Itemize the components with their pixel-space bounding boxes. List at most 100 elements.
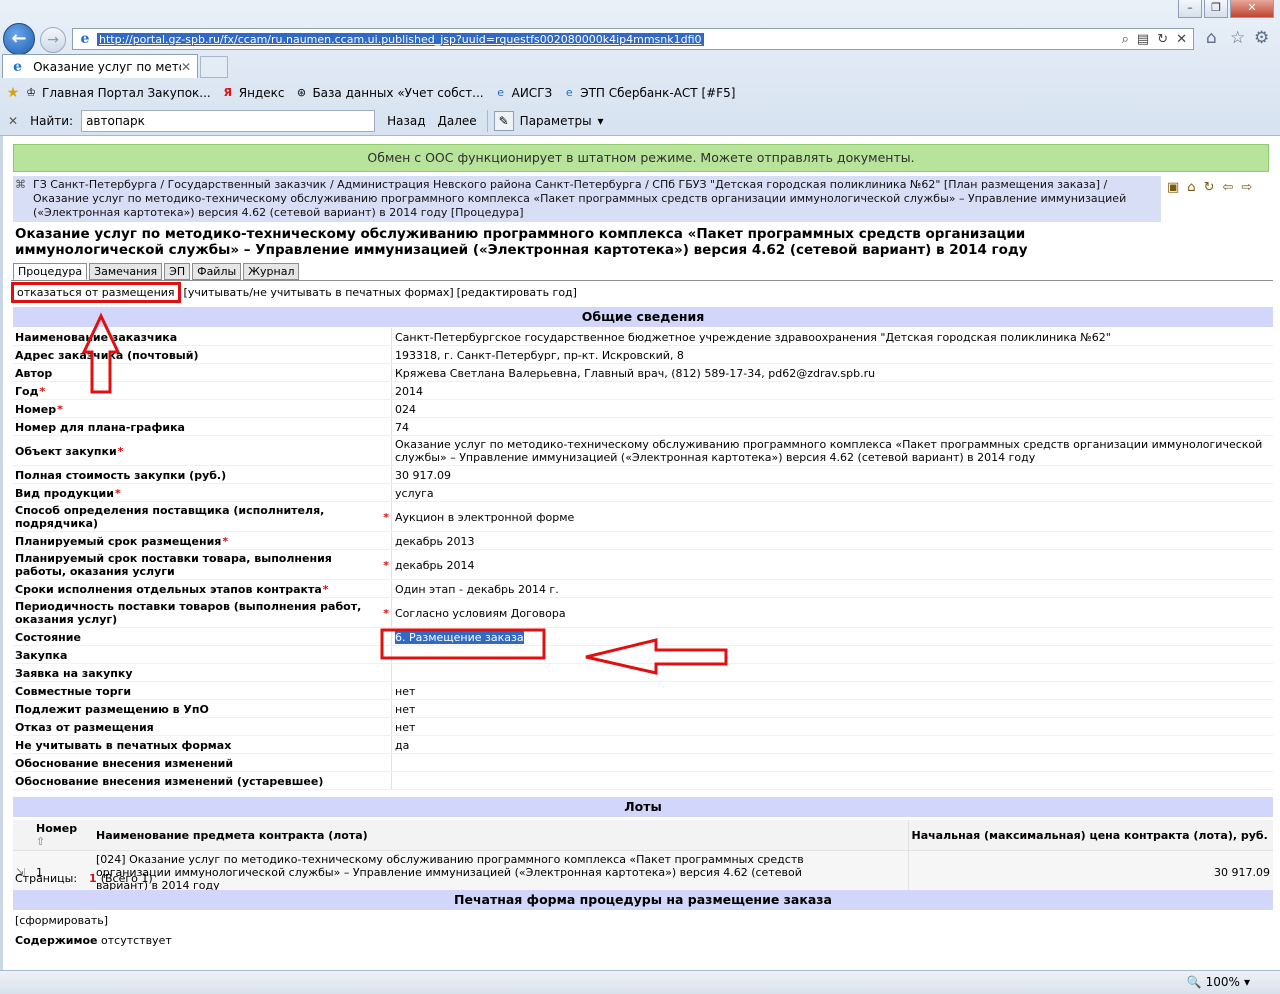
new-tab-button[interactable] bbox=[200, 56, 228, 78]
tab-files[interactable]: Файлы bbox=[192, 263, 242, 280]
browser-tab[interactable]: e Оказание услуг по методи... ✕ bbox=[2, 54, 198, 78]
tab-signature[interactable]: ЭП bbox=[164, 263, 191, 280]
field-label: Адрес заказчика (почтовый) bbox=[13, 346, 391, 363]
field-label: Заявка на закупку bbox=[13, 664, 391, 681]
field-value-text: 024 bbox=[395, 402, 416, 416]
field-value: 193318, г. Санкт-Петербург, пр-кт. Искро… bbox=[391, 346, 1273, 363]
tab-close-icon[interactable]: ✕ bbox=[181, 60, 191, 74]
refresh-page-icon[interactable]: ↻ bbox=[1204, 180, 1215, 195]
yandex-icon: Я bbox=[223, 85, 232, 99]
lot-name[interactable]: [024] Оказание услуг по методико-техниче… bbox=[93, 850, 908, 894]
field-label: Номер * bbox=[13, 400, 391, 417]
compat-view-icon[interactable]: ▤ bbox=[1137, 32, 1149, 47]
minimize-icon[interactable]: – bbox=[1178, 0, 1202, 18]
sort-up-icon: ⇧ bbox=[36, 835, 46, 848]
field-label: Автор bbox=[13, 364, 391, 381]
fav-item-yandex[interactable]: Я Яндекс bbox=[221, 85, 284, 100]
field-value bbox=[391, 646, 1273, 663]
fav-item-database[interactable]: ⊛ База данных «Учет собст... bbox=[294, 86, 484, 100]
find-close-icon[interactable]: ✕ bbox=[8, 114, 18, 128]
add-favorites-star-icon[interactable]: ★ bbox=[6, 86, 20, 100]
field-label: Подлежит размещению в УпО bbox=[13, 700, 391, 717]
field-label-text: Полная стоимость закупки (руб.) bbox=[15, 468, 227, 482]
chevron-down-icon: ▾ bbox=[597, 114, 604, 128]
tools-gear-icon[interactable]: ⚙ bbox=[1254, 28, 1269, 48]
pager-current[interactable]: 1 bbox=[89, 872, 97, 885]
field-label-text: Совместные торги bbox=[15, 684, 132, 698]
field-value: Санкт-Петербургское государственное бюдж… bbox=[391, 328, 1273, 345]
find-options-button[interactable]: ✎ Параметры ▾ bbox=[493, 111, 604, 131]
browser-chrome: – ❐ ✕ ← → e http://portal.gz-spb.ru/fx/c… bbox=[0, 0, 1280, 136]
zoom-control[interactable]: 🔍 100% ▾ bbox=[1187, 975, 1250, 989]
field-label-text: Год bbox=[15, 384, 39, 398]
field-row: Заявка на закупку bbox=[13, 664, 1273, 682]
fav-item-aisgz[interactable]: e АИСГЗ bbox=[494, 85, 552, 100]
field-value-text: декабрь 2013 bbox=[395, 534, 475, 548]
field-value-text: Кряжева Светлана Валерьевна, Главный вра… bbox=[395, 366, 876, 380]
generate-link[interactable]: [сформировать] bbox=[15, 914, 108, 927]
arrow-left-icon[interactable]: ⇦ bbox=[1222, 180, 1233, 195]
field-label-text: Отказ от размещения bbox=[15, 720, 154, 734]
field-value: Согласно условиям Договора bbox=[391, 598, 1273, 627]
arrow-right-icon[interactable]: ⇨ bbox=[1241, 180, 1252, 195]
field-value-text: 74 bbox=[395, 420, 409, 434]
find-input[interactable] bbox=[81, 110, 376, 132]
field-row: Адрес заказчика (почтовый) 193318, г. Сан… bbox=[13, 346, 1273, 364]
page-icon: e bbox=[497, 85, 505, 99]
find-prev-button[interactable]: Назад bbox=[387, 114, 425, 128]
refuse-placement-link[interactable]: отказаться от размещения bbox=[11, 282, 181, 303]
home-page-icon[interactable]: ⌂ bbox=[1187, 180, 1195, 195]
search-icon[interactable]: ⌕ bbox=[1122, 32, 1129, 47]
field-row: Автор Кряжева Светлана Валерьевна, Главны… bbox=[13, 364, 1273, 382]
lots-header-row: Номер ⇧ Наименование предмета контракта … bbox=[13, 820, 1273, 851]
field-label-text: Сроки исполнения отдельных этапов контра… bbox=[15, 582, 322, 596]
favorites-star-icon[interactable]: ☆ bbox=[1230, 28, 1245, 48]
field-value: нет bbox=[391, 700, 1273, 717]
ie-page-icon: e bbox=[80, 31, 90, 47]
stop-icon[interactable]: ✕ bbox=[1176, 32, 1187, 47]
back-button[interactable]: ← bbox=[3, 23, 35, 55]
field-value: 30 917.09 bbox=[391, 466, 1273, 483]
find-next-button[interactable]: Далее bbox=[438, 114, 477, 128]
tab-remarks[interactable]: Замечания bbox=[89, 263, 163, 280]
lot-price: 30 917.09 bbox=[907, 850, 1273, 894]
required-marker: * bbox=[39, 384, 46, 398]
field-value-text: 30 917.09 bbox=[395, 468, 451, 482]
fav-item-sberbank-ast[interactable]: e ЭТП Сбербанк-АСТ [#F5] bbox=[562, 86, 736, 100]
fav-item-portal[interactable]: ♔ Главная Портал Закупок... bbox=[24, 86, 211, 100]
field-label: Полная стоимость закупки (руб.) bbox=[13, 466, 391, 483]
close-window-icon[interactable]: ✕ bbox=[1230, 0, 1274, 18]
maximize-icon[interactable]: ❐ bbox=[1204, 0, 1228, 18]
print-toggle-link[interactable]: [учитывать/не учитывать в печатных форма… bbox=[184, 286, 454, 299]
field-value-text: 2014 bbox=[395, 384, 423, 398]
emblem-icon: ♔ bbox=[26, 85, 36, 99]
field-label: Вид продукции * bbox=[13, 484, 391, 501]
print-form-header: Печатная форма процедуры на размещение з… bbox=[13, 890, 1273, 910]
home-icon[interactable]: ⌂ bbox=[1206, 28, 1217, 48]
lots-col-number[interactable]: Номер ⇧ bbox=[33, 820, 93, 851]
tab-procedure[interactable]: Процедура bbox=[13, 263, 88, 280]
forward-button[interactable]: → bbox=[40, 27, 66, 53]
tab-journal[interactable]: Журнал bbox=[243, 263, 300, 280]
field-value bbox=[391, 754, 1273, 771]
field-label-text: Вид продукции bbox=[15, 486, 114, 500]
field-value: нет bbox=[391, 682, 1273, 699]
field-value-text: Один этап - декабрь 2014 г. bbox=[395, 582, 559, 596]
field-label-text: Состояние bbox=[15, 630, 81, 644]
field-label-text: Заявка на закупку bbox=[15, 666, 133, 680]
refresh-icon[interactable]: ↻ bbox=[1157, 32, 1168, 47]
field-label-text: Способ определения поставщика (исполните… bbox=[15, 504, 325, 530]
breadcrumb-text[interactable]: ГЗ Санкт-Петербурга / Государственный за… bbox=[33, 178, 1126, 219]
url-text[interactable]: http://portal.gz-spb.ru/fx/ccam/ru.naume… bbox=[97, 32, 704, 46]
field-label: Наименование заказчика bbox=[13, 328, 391, 345]
field-label: Обоснование внесения изменений bbox=[13, 754, 391, 771]
address-bar[interactable]: e http://portal.gz-spb.ru/fx/ccam/ru.nau… bbox=[72, 28, 1194, 50]
lots-header: Лоты bbox=[13, 797, 1273, 817]
browser-statusbar: 🔍 100% ▾ bbox=[0, 970, 1280, 994]
edit-year-link[interactable]: [редактировать год] bbox=[457, 286, 577, 299]
field-value-text: декабрь 2014 bbox=[395, 558, 475, 572]
field-row: Совместные торги нет bbox=[13, 682, 1273, 700]
table-row[interactable]: ⇲ 1 [024] Оказание услуг по методико-тех… bbox=[13, 850, 1273, 894]
field-row: Периодичность поставки товаров (выполнен… bbox=[13, 598, 1273, 628]
folder-icon[interactable]: ▣ bbox=[1167, 180, 1179, 195]
